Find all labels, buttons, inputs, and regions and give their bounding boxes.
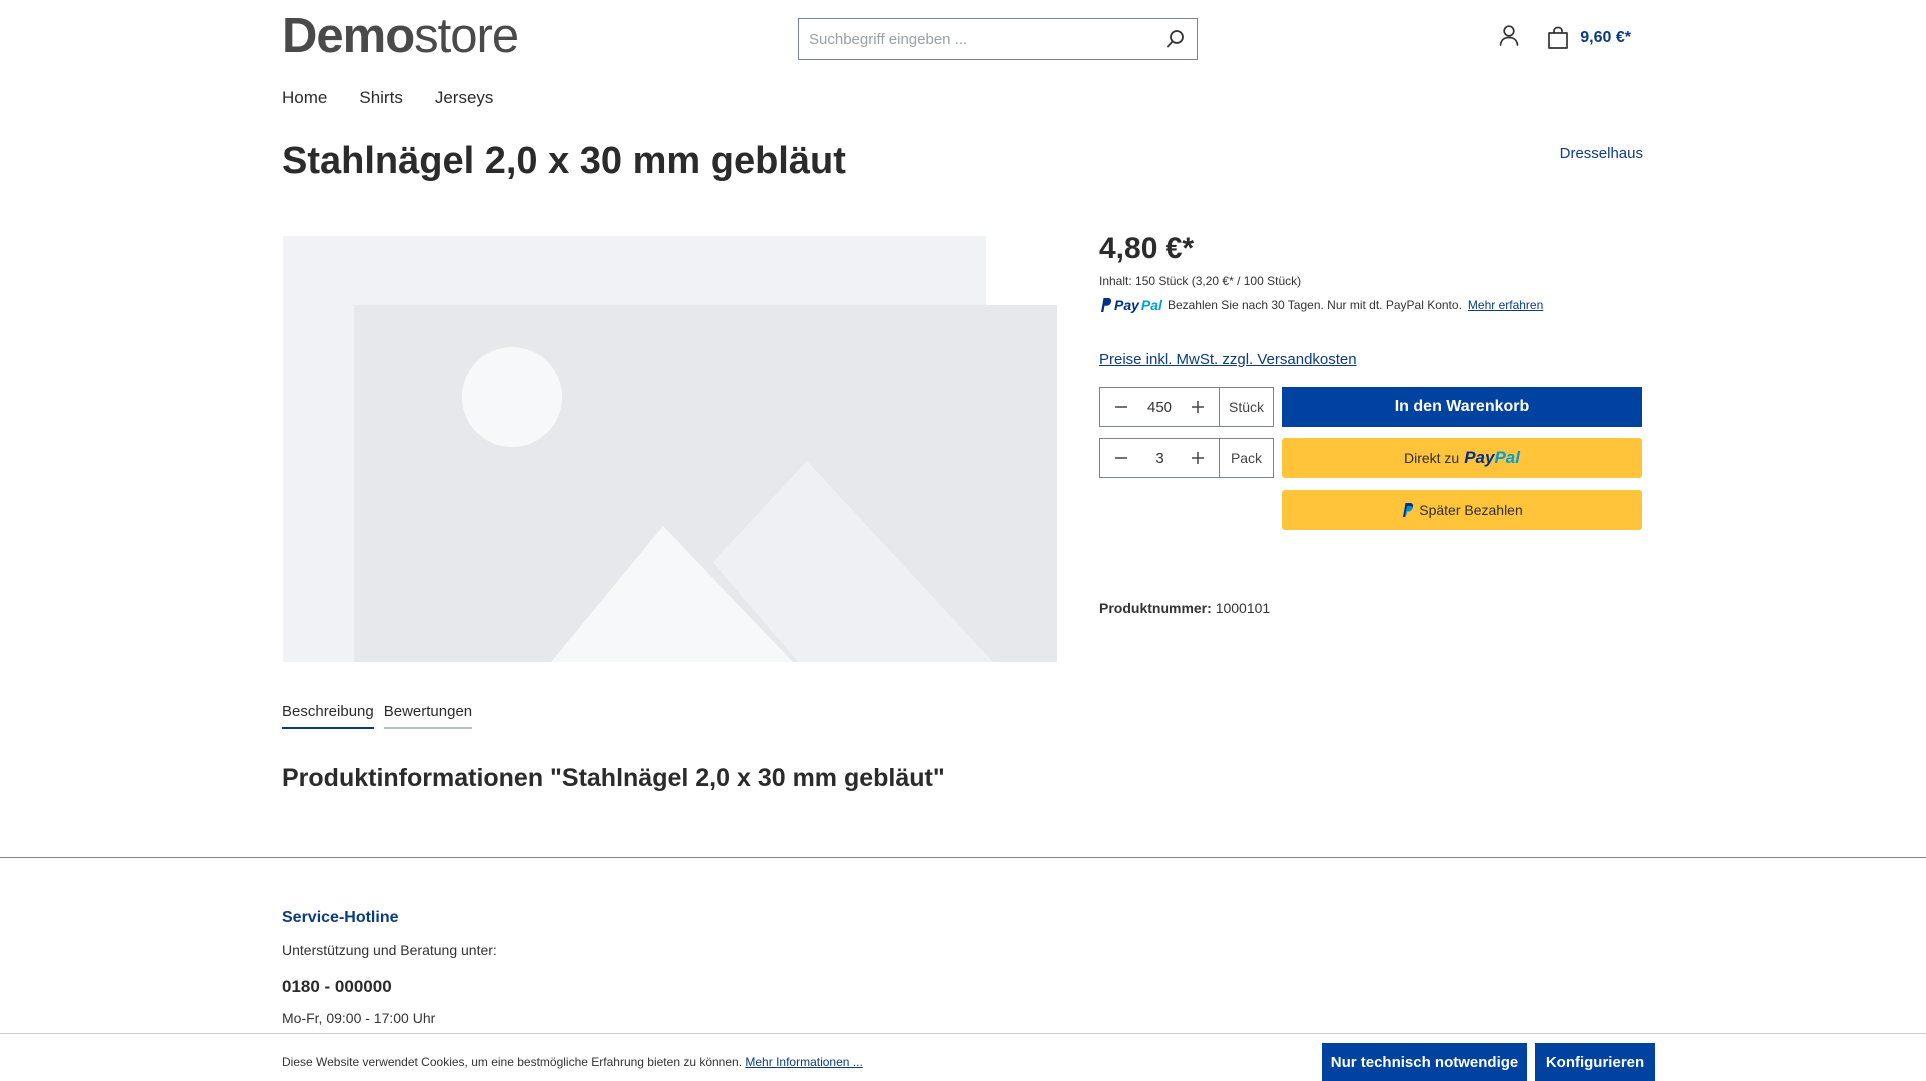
paypal-pay-later-button[interactable]: Später Bezahlen — [1282, 490, 1642, 530]
paypal-p-icon — [1403, 503, 1414, 517]
cookie-text: Diese Website verwendet Cookies, um eine… — [282, 1055, 863, 1069]
hotline-hours: Mo-Fr, 09:00 - 17:00 Uhr — [282, 1010, 436, 1026]
paypal-direct-prefix: Direkt zu — [1403, 450, 1460, 466]
paypal-wordmark: PayPal — [1464, 448, 1520, 468]
minus-icon — [1115, 406, 1127, 408]
buy-box: 4,80 €* Inhalt: 150 Stück (3,20 €* / 100… — [1099, 232, 1642, 616]
paypal-p-icon — [1101, 298, 1112, 312]
header-actions: 9,60 €* — [1498, 24, 1631, 51]
hotline-phone[interactable]: 0180 - 000000 — [282, 977, 392, 997]
sku-value: 1000101 — [1215, 600, 1271, 616]
product-tabs: Beschreibung Bewertungen — [282, 703, 473, 729]
cookie-more-link[interactable]: Mehr Informationen ... — [745, 1055, 862, 1069]
nav-item-shirts[interactable]: Shirts — [359, 88, 402, 108]
paypal-message-text: Bezahlen Sie nach 30 Tagen. Nur mit dt. … — [1167, 298, 1462, 312]
buy-row-packs: 3 Pack Direkt zu PayPal — [1099, 438, 1642, 478]
paypal-more-link[interactable]: Mehr erfahren — [1468, 298, 1543, 312]
paypal-later-label: Später Bezahlen — [1419, 502, 1523, 518]
paypal-pay-later-message: Pay Pal Bezahlen Sie nach 30 Tagen. Nur m… — [1099, 297, 1642, 313]
quantity-input[interactable]: 3 — [1142, 450, 1177, 467]
sku-label: Produktnummer: — [1099, 600, 1212, 616]
cart-total: 9,60 €* — [1580, 28, 1631, 46]
user-icon — [1499, 25, 1519, 46]
hotline-title: Service-Hotline — [282, 909, 399, 926]
search-bar — [798, 18, 1198, 60]
quantity-stepper-packs: 3 Pack — [1099, 438, 1274, 478]
pay-later-row: Später Bezahlen — [1099, 490, 1642, 530]
product-price: 4,80 €* — [1099, 232, 1195, 265]
paypal-logo: Pay Pal — [1099, 297, 1162, 313]
cookie-banner: Diese Website verwendet Cookies, um eine… — [0, 1033, 1926, 1081]
nav-item-home[interactable]: Home — [282, 88, 327, 108]
logo-bold-text: Demo — [282, 9, 415, 63]
product-image-placeholder — [283, 236, 1057, 662]
store-logo[interactable]: Demostore — [282, 9, 519, 63]
quantity-input[interactable]: 450 — [1142, 399, 1177, 416]
search-input[interactable] — [799, 19, 1155, 59]
add-to-cart-button[interactable]: In den Warenkorb — [1282, 387, 1642, 427]
decrease-button[interactable] — [1100, 439, 1142, 477]
buy-row-pieces: 450 Stück In den Warenkorb — [1099, 387, 1642, 427]
decrease-button[interactable] — [1100, 388, 1142, 426]
account-button[interactable] — [1498, 24, 1520, 51]
search-icon — [1167, 30, 1184, 48]
hotline-text: Unterstützung und Beratung unter: — [282, 942, 497, 958]
quantity-unit-label: Stück — [1219, 388, 1273, 426]
cookie-configure-button[interactable]: Konfigurieren — [1535, 1043, 1655, 1081]
paypal-logo-pal: Pal — [1140, 297, 1162, 313]
increase-button[interactable] — [1177, 439, 1219, 477]
cookie-necessary-button[interactable]: Nur technisch notwendige — [1322, 1043, 1527, 1081]
paypal-express-button[interactable]: Direkt zu PayPal — [1282, 438, 1642, 478]
cookie-message: Diese Website verwendet Cookies, um eine… — [282, 1055, 743, 1069]
increase-button[interactable] — [1177, 388, 1219, 426]
nav-item-jerseys[interactable]: Jerseys — [435, 88, 494, 108]
plus-icon — [1192, 401, 1204, 413]
shipping-costs-link[interactable]: Preise inkl. MwSt. zzgl. Versandkosten — [1099, 351, 1357, 368]
unit-price-info: Inhalt: 150 Stück (3,20 €* / 100 Stück) — [1099, 274, 1302, 288]
search-button[interactable] — [1155, 19, 1197, 59]
footer-divider — [0, 857, 1926, 858]
product-number: Produktnummer: 1000101 — [1099, 600, 1642, 616]
image-placeholder-icon — [283, 236, 1057, 662]
paypal-logo-pay: Pay — [1114, 297, 1139, 313]
manufacturer-link[interactable]: Dresselhaus — [1560, 145, 1643, 162]
paypal-wordmark-pal: Pal — [1494, 448, 1520, 467]
main-navigation: Home Shirts Jerseys — [282, 88, 493, 108]
tab-description[interactable]: Beschreibung — [282, 703, 374, 729]
shopping-bag-icon — [1548, 26, 1569, 49]
tab-reviews[interactable]: Bewertungen — [383, 703, 473, 729]
product-information-title: Produktinformationen "Stahlnägel 2,0 x 3… — [282, 764, 945, 792]
minus-icon — [1115, 457, 1127, 459]
logo-light-text: store — [414, 9, 519, 63]
quantity-stepper-pieces: 450 Stück — [1099, 387, 1274, 427]
paypal-wordmark-pay: Pay — [1464, 448, 1495, 467]
product-title: Stahlnägel 2,0 x 30 mm gebläut — [282, 140, 846, 182]
plus-icon — [1192, 452, 1204, 464]
cart-button[interactable]: 9,60 €* — [1546, 26, 1631, 50]
quantity-unit-label: Pack — [1219, 439, 1273, 477]
